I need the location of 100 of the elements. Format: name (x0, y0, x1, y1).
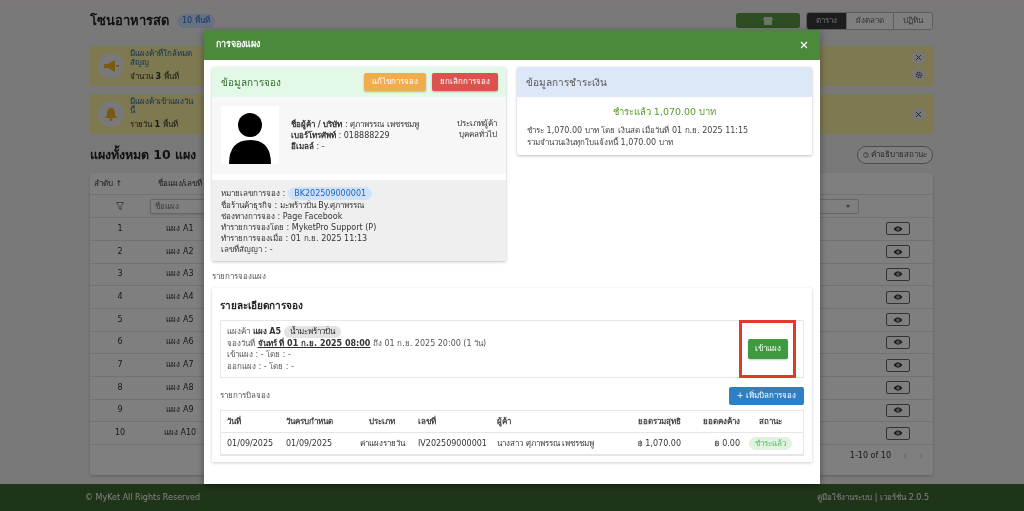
alert-title: มีแผงค้าที่ใกล้หมดสัญญ (130, 49, 193, 67)
column-header: ยอดคงค้าง (702, 415, 740, 428)
filter-icon (116, 202, 124, 211)
column-header: วันที่ (227, 415, 242, 428)
status-help-button[interactable]: คำอธิบายสถานะ (857, 146, 933, 165)
eye-icon (893, 293, 903, 302)
table-cell-text: 10 (113, 427, 127, 440)
eye-icon (893, 247, 903, 256)
view-button[interactable] (886, 381, 910, 395)
settings-button[interactable] (912, 68, 925, 81)
view-button[interactable] (886, 426, 910, 440)
view-tab[interactable]: ผังตลาด (846, 12, 893, 29)
page-title: โซนอาหารสด (90, 11, 169, 30)
view-tab[interactable]: ปฏิทิน (893, 12, 932, 29)
column-header: เลขที่ (418, 415, 437, 428)
table-cell-text: แผง A2 (165, 245, 195, 258)
table-cell-text: ฿ 0.00 (713, 437, 740, 450)
copyright-text: © MyKet All Rights Reserved (85, 491, 201, 504)
column-header: ผู้ค้า (497, 415, 512, 428)
footer-links[interactable]: คู่มือใช้งานระบบ | เวอร์ชั่น 2.0.5 (817, 491, 929, 504)
table-cell-text: 9 (116, 404, 124, 417)
column-header: วันครบกำหนด (286, 415, 334, 428)
view-tab[interactable]: ตาราง (807, 12, 846, 29)
view-button[interactable] (886, 358, 910, 372)
view-button[interactable] (886, 313, 910, 327)
card-title: ข้อมูลการจอง (221, 75, 281, 90)
customer-type-label: ประเภทผู้ค้า (457, 118, 497, 129)
caret-icon (846, 204, 850, 208)
eye-icon (893, 406, 903, 415)
table-cell-text: 01/09/2025 (227, 437, 275, 450)
card-title: รายละเอียดการจอง (220, 299, 304, 313)
column-header: ยอดรวมสุทธิ (637, 415, 681, 428)
table-cell-text: 1 (116, 222, 124, 235)
table-cell-text: แผง A4 (165, 291, 195, 304)
megaphone-icon (103, 60, 119, 72)
table-cell-text: 4 (116, 291, 124, 304)
close-button[interactable] (800, 41, 808, 49)
booking-number-label: หมายเลขการจอง : (221, 188, 286, 199)
pagination-info: 1-10 of 10 (849, 450, 891, 462)
payment-detail-text: รวมจำนวนเงินทุกใบแจ้งหนี้ 1,070.00 บาท (526, 137, 674, 150)
check-out-text: ออกแผง : - โดย : - (227, 360, 295, 372)
table-cell-text: 01/09/2025 (286, 437, 334, 450)
payment-status-text: ชำระแล้ว 1,070.00 บาท (611, 105, 718, 119)
booking-detail-text: ทำรายการจองโดย : MyketPro Support (P) (221, 222, 378, 233)
alert-text: รายวัน 1 พื้นที่ (130, 119, 179, 131)
customer-info-text: ชื่อผู้ค้า / บริษัท : ศุภาพรรณ เพชรชมพู (291, 118, 419, 130)
close-button[interactable] (912, 107, 925, 121)
alert-title: มีแผงค้าเข้าแผงวันนี้ (130, 97, 194, 115)
check-in-button[interactable]: เข้าแผง (747, 339, 788, 359)
person-silhouette-icon (227, 112, 273, 164)
table-cell-text: ฿ 1,070.00 (636, 437, 681, 450)
booking-detail-text: ชื่อร้านค้าธุรกิจ : มะพร้าวปั่น By.ศุภาพรรณ (221, 200, 365, 211)
table-cell-text: ค่าแผงรายวัน (358, 437, 406, 450)
table-cell-text: แผง A8 (165, 381, 195, 394)
booking-detail-text: ทำรายการจองเมื่อ : 01 ก.ย. 2025 11:13 (221, 233, 369, 244)
table-cell-text: 6 (116, 336, 124, 349)
product-tag: น้ำมะพร้าวปั่น (284, 326, 342, 338)
column-header: สถานะ (757, 415, 783, 428)
eye-icon (893, 270, 903, 279)
table-cell-text: 3 (116, 268, 124, 281)
view-button[interactable] (886, 403, 910, 417)
edit-booking-button[interactable]: แก้ไขการจอง (364, 73, 426, 91)
table-cell-text: 8 (116, 381, 124, 394)
view-button[interactable] (886, 267, 910, 281)
help-icon (863, 152, 869, 159)
view-button[interactable] (886, 335, 910, 349)
cancel-booking-button[interactable]: ยกเลิกการจอง (432, 73, 498, 91)
table-cell-text: แผง A1 (165, 222, 195, 235)
eye-icon (893, 338, 903, 347)
column-header[interactable]: ลำดับ ↑ (90, 177, 150, 190)
add-bill-button[interactable]: + เพิ่มบิลการจอง (728, 387, 804, 405)
table-cell-text: 7 (116, 359, 124, 372)
customer-info-text: อีเมลล์ : - (291, 140, 326, 152)
table-cell-text: แผง A3 (165, 268, 195, 281)
eye-icon (893, 429, 903, 438)
check-in-text: เข้าแผง : - โดย : - (227, 349, 292, 361)
eye-icon (893, 224, 903, 233)
section-heading: แผงทั้งหมด 10 แผง (90, 146, 197, 164)
alert-text: จำนวน 3 พื้นที่ (130, 71, 180, 83)
close-icon (800, 41, 808, 49)
table-cell-text: IV202509000001 (418, 437, 488, 450)
table-cell-text: แผง A7 (165, 359, 195, 372)
settings-icon (914, 70, 923, 79)
booking-detail-text: เลขที่สัญญา : - (221, 244, 274, 255)
booking-date-text: จองวันที่ จันทร์ ที่ 01 ก.ย. 2025 08:00 ถึง 01 ก.ย. 2025 20:00 (1 วัน) (227, 337, 487, 349)
table-cell-text: นางสาว ศุภาพรรณ เพชรชมพู (497, 437, 596, 450)
count-badge: 10 พื้นที่ (177, 13, 215, 28)
eye-icon (893, 315, 903, 324)
status-badge: ชำระแล้ว (748, 436, 792, 450)
bell-icon (104, 107, 118, 121)
dialog-title: การจองแผง (216, 38, 260, 52)
stall-text: แผงค้า แผง A5 (227, 326, 282, 338)
view-button[interactable] (886, 222, 910, 236)
close-button[interactable] (912, 51, 925, 64)
table-cell-text: แผง A9 (165, 404, 195, 417)
card-title: ข้อมูลการชำระเงิน (526, 75, 607, 90)
view-button[interactable] (886, 290, 910, 304)
view-button[interactable] (886, 245, 910, 259)
booking-detail-text: ช่องทางการจอง : Page Facebook (221, 211, 344, 222)
booking-number-badge: BK202509000001 (288, 187, 373, 200)
